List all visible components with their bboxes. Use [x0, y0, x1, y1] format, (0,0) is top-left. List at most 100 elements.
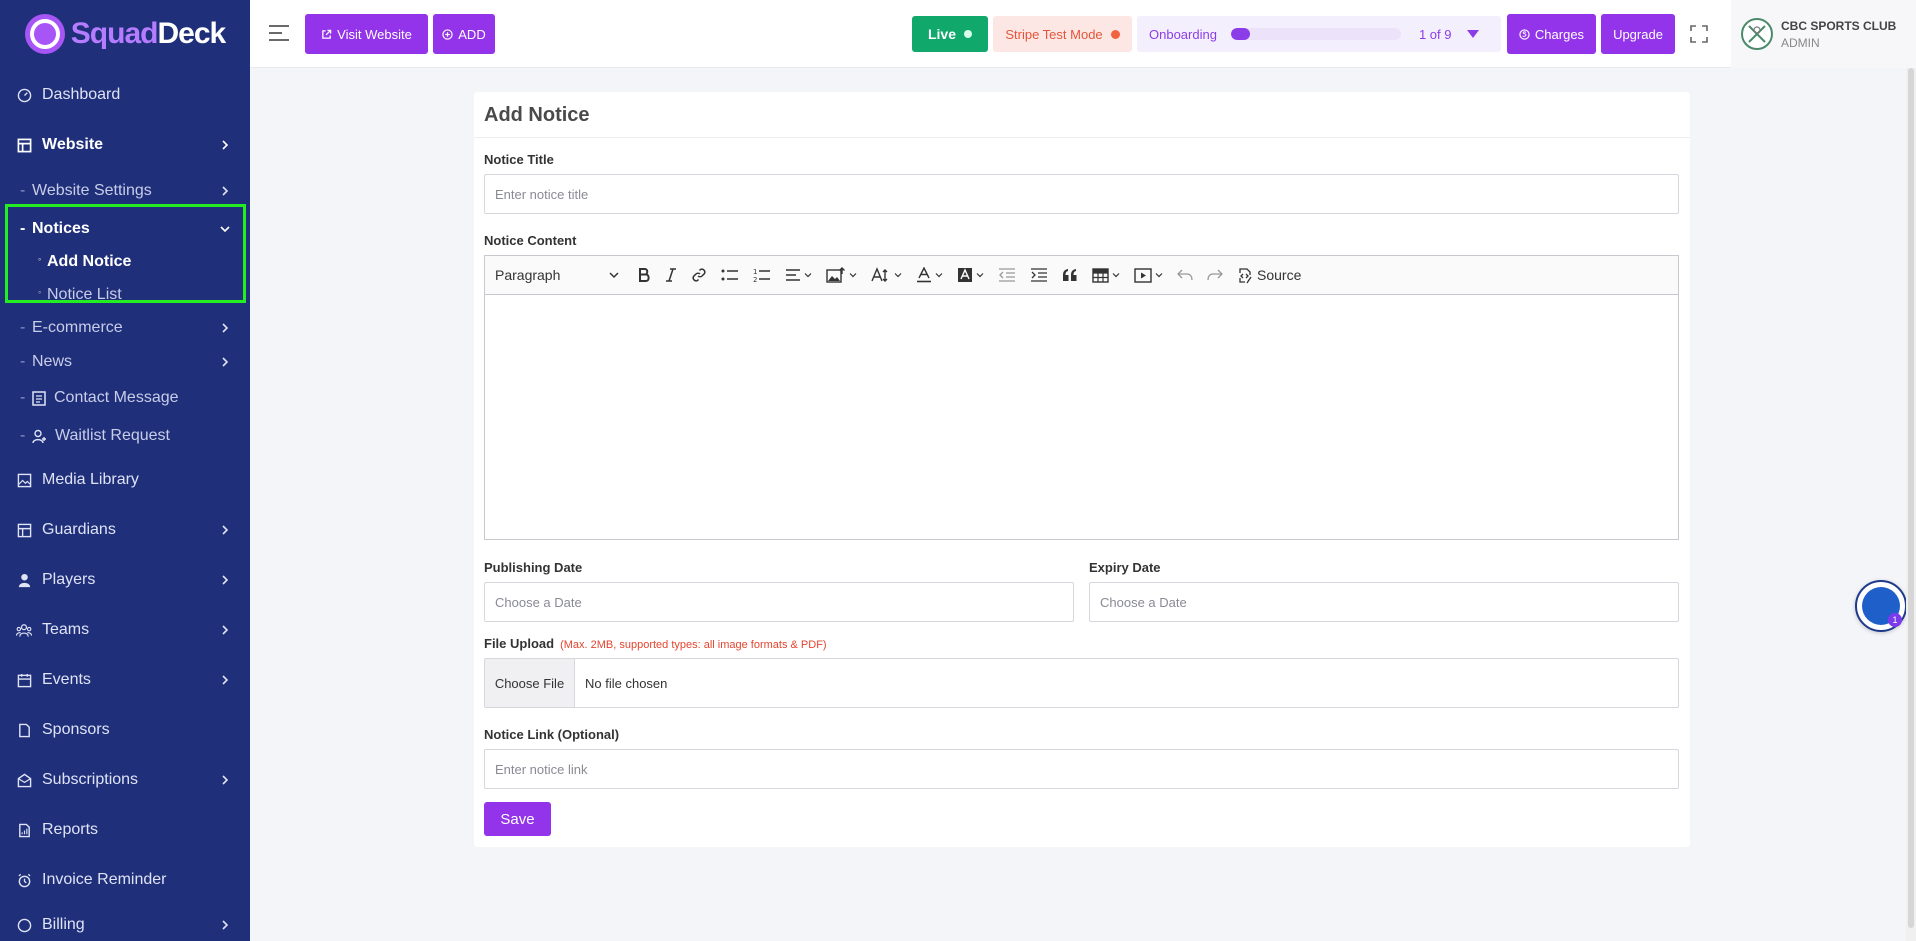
notice-link-input[interactable]: Enter notice link: [484, 749, 1679, 789]
expiry-date-input[interactable]: Choose a Date: [1089, 582, 1679, 622]
layout-icon: [16, 522, 32, 538]
sidebar-item-media-library[interactable]: Media Library: [0, 455, 250, 505]
numbered-list-icon: 12: [753, 268, 770, 283]
save-button[interactable]: Save: [484, 802, 551, 836]
sidebar-item-label: Reports: [42, 821, 99, 838]
plus-circle-icon: [442, 28, 453, 40]
sidebar-item-label: Events: [42, 671, 91, 688]
media-embed-dropdown[interactable]: [1134, 267, 1163, 283]
status-dot: [964, 30, 972, 38]
sidebar-item-billing[interactable]: Billing: [0, 905, 250, 941]
sidebar-item-label: Dashboard: [42, 86, 121, 103]
calendar-icon: [16, 672, 32, 688]
stripe-test-mode-badge[interactable]: Stripe Test Mode: [993, 16, 1132, 52]
onboarding-progress[interactable]: Onboarding 1 of 9: [1137, 16, 1501, 52]
rich-text-editor: Paragraph 12 Source: [484, 255, 1679, 540]
add-button[interactable]: ADD: [433, 14, 495, 54]
sidebar-item-reports[interactable]: Reports: [0, 805, 250, 855]
sidebar-item-news[interactable]: - News: [0, 345, 250, 379]
chat-icon: 1: [1862, 587, 1902, 627]
italic-button[interactable]: [665, 267, 677, 283]
file-upload-input[interactable]: Choose File No file chosen: [484, 658, 1679, 708]
editor-content-area[interactable]: [485, 295, 1678, 539]
paragraph-format-dropdown[interactable]: Paragraph: [495, 267, 619, 283]
outdent-icon: [999, 268, 1015, 282]
indent-icon: [1031, 268, 1047, 282]
source-code-icon: [1239, 267, 1252, 283]
background-color-dropdown[interactable]: [957, 267, 984, 283]
sidebar-item-invoice-reminder[interactable]: Invoice Reminder: [0, 855, 250, 905]
live-status-button[interactable]: Live: [912, 16, 988, 52]
sidebar-item-website[interactable]: Website: [0, 120, 250, 170]
chat-widget-button[interactable]: 1: [1855, 580, 1907, 632]
brand-logo[interactable]: SquadDeck: [0, 0, 250, 68]
bulleted-list-icon: [721, 269, 738, 281]
chevron-right-icon: [222, 357, 229, 367]
publishing-date-label: Publishing Date: [484, 560, 583, 575]
chevron-down-icon: [935, 273, 943, 278]
publishing-date-input[interactable]: Choose a Date: [484, 582, 1074, 622]
undo-button[interactable]: [1177, 269, 1193, 281]
sidebar-item-label: Guardians: [42, 521, 116, 538]
svg-text:2: 2: [753, 276, 757, 283]
font-color-dropdown[interactable]: [916, 267, 943, 283]
sidebar-item-label: Subscriptions: [42, 771, 139, 788]
sidebar-item-players[interactable]: Players: [0, 555, 250, 605]
hamburger-menu-icon[interactable]: [268, 24, 290, 42]
bulleted-list-button[interactable]: [721, 267, 739, 283]
chevron-down-icon: [1155, 273, 1163, 278]
user-role: ADMIN: [1781, 35, 1820, 50]
dashboard-icon: [16, 87, 32, 103]
sidebar-item-label: Contact Message: [54, 389, 179, 406]
upgrade-button[interactable]: Upgrade: [1601, 14, 1675, 54]
sidebar-item-label: Website: [42, 136, 104, 153]
logo-icon: [24, 14, 65, 54]
caret-down-icon[interactable]: [1467, 30, 1480, 38]
alignment-dropdown[interactable]: [785, 268, 812, 282]
onboarding-progress-bar: [1230, 28, 1401, 40]
insert-image-dropdown[interactable]: [826, 267, 857, 283]
media-embed-icon: [1134, 267, 1152, 283]
sidebar-item-label: Teams: [42, 621, 90, 638]
chevron-down-icon: [804, 273, 812, 278]
font-size-dropdown[interactable]: [871, 267, 902, 283]
fullscreen-icon[interactable]: [1690, 25, 1708, 43]
sidebar-item-guardians[interactable]: Guardians: [0, 505, 250, 555]
indent-button[interactable]: [1030, 268, 1048, 282]
avatar: [1741, 18, 1773, 50]
choose-file-button[interactable]: Choose File: [485, 659, 575, 707]
external-link-icon: [322, 29, 332, 39]
chevron-down-icon: [894, 273, 902, 278]
chevron-down-icon: [609, 272, 619, 279]
chevron-right-icon: [222, 525, 229, 535]
sidebar-item-teams[interactable]: Teams: [0, 605, 250, 655]
chevron-right-icon: [222, 920, 229, 930]
bold-button[interactable]: [637, 267, 651, 283]
sidebar-item-waitlist-request[interactable]: - Waitlist Request: [0, 417, 250, 455]
sidebar: SquadDeck Dashboard Website - Website Se…: [0, 0, 250, 941]
file-status-text: No file chosen: [585, 675, 668, 691]
chevron-right-icon: [222, 625, 229, 635]
layout-icon: [16, 137, 32, 153]
sidebar-item-sponsors[interactable]: Sponsors: [0, 705, 250, 755]
user-profile[interactable]: CBC SPORTS CLUB ADMIN: [1731, 0, 1916, 68]
redo-button[interactable]: [1207, 269, 1223, 281]
blockquote-button[interactable]: [1062, 268, 1078, 282]
sidebar-item-ecommerce[interactable]: - E-commerce: [0, 311, 250, 345]
insert-table-dropdown[interactable]: [1092, 267, 1120, 283]
sidebar-item-subscriptions[interactable]: Subscriptions: [0, 755, 250, 805]
outdent-button[interactable]: [998, 268, 1016, 282]
sidebar-item-events[interactable]: Events: [0, 655, 250, 705]
visit-website-button[interactable]: Visit Website: [305, 14, 428, 54]
report-icon: [16, 822, 32, 838]
file-upload-hint: (Max. 2MB, supported types: all image fo…: [560, 639, 827, 651]
sidebar-item-dashboard[interactable]: Dashboard: [0, 70, 250, 120]
numbered-list-button[interactable]: 12: [753, 267, 771, 283]
source-button[interactable]: Source: [1237, 267, 1301, 284]
link-button[interactable]: [691, 267, 707, 283]
sidebar-item-contact-message[interactable]: - Contact Message: [0, 379, 250, 417]
charges-button[interactable]: Charges: [1507, 14, 1596, 54]
notice-title-input[interactable]: Enter notice title: [484, 174, 1679, 214]
page-scrollbar[interactable]: [1906, 68, 1916, 941]
add-notice-card: Add Notice Notice Title Enter notice tit…: [474, 92, 1690, 847]
